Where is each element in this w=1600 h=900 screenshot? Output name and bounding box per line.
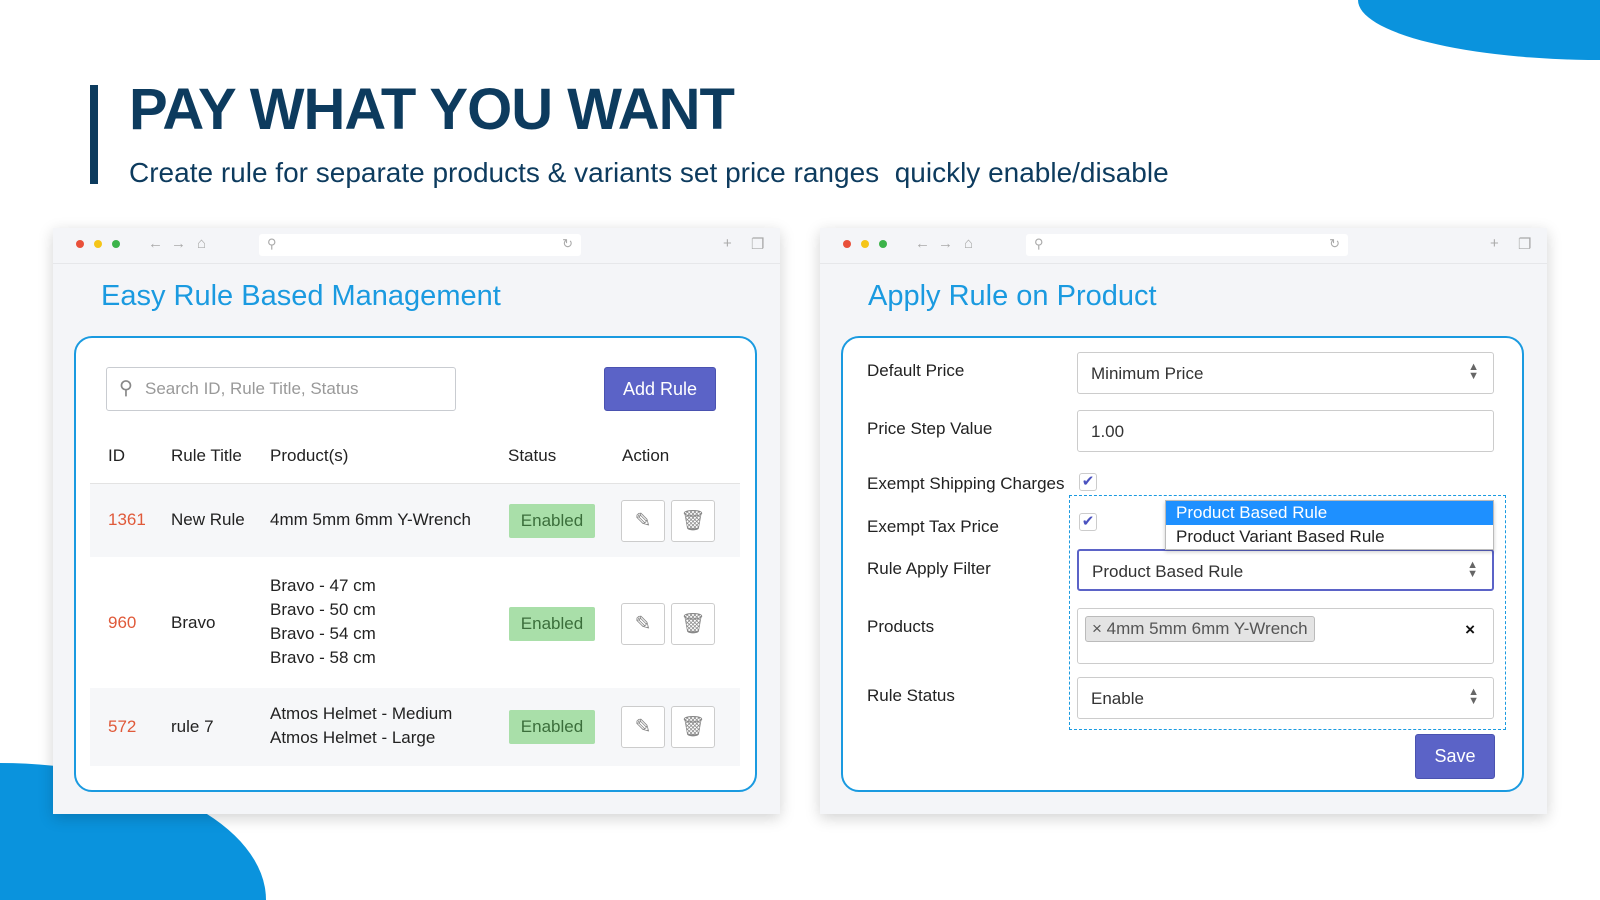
default-price-value: Minimum Price — [1091, 364, 1204, 383]
select-arrows-icon: ▲ ▼ — [1467, 559, 1478, 580]
maximize-dot[interactable] — [879, 240, 887, 248]
default-price-label: Default Price — [867, 361, 965, 380]
decor-blob — [1358, 0, 1600, 60]
exempt-shipping-label: Exempt Shipping Charges — [867, 474, 1065, 493]
forward-icon[interactable]: → — [171, 235, 186, 252]
search-icon: ⚲ — [267, 236, 277, 251]
select-arrows-icon: ▲ ▼ — [1468, 686, 1479, 707]
edit-icon[interactable]: ✎ — [621, 706, 665, 748]
rule-status-label: Rule Status — [867, 686, 955, 705]
new-tab-icon[interactable]: + — [1490, 235, 1499, 252]
window-title: Apply Rule on Product — [868, 280, 1157, 312]
rule-form-card: Default Price Minimum Price ▲ ▼ Price Step… — [841, 336, 1524, 792]
status-badge: Enabled — [509, 607, 595, 641]
column-header: ID — [108, 446, 125, 465]
home-icon[interactable]: ⌂ — [964, 235, 973, 252]
save-button[interactable]: Save — [1415, 734, 1495, 779]
minimize-dot[interactable] — [94, 240, 102, 248]
right-window: ← → ⌂ ⚲ ↻ + ❐ Apply Rule on Product Defau… — [820, 228, 1547, 814]
product: Atmos Helmet - Large — [270, 728, 436, 747]
clear-icon[interactable]: × — [1465, 620, 1475, 640]
home-icon[interactable]: ⌂ — [197, 235, 206, 252]
product-tag-label: 4mm 5mm 6mm Y-Wrench — [1106, 619, 1308, 638]
rule-id[interactable]: 960 — [108, 611, 136, 636]
rule-title: rule 7 — [171, 717, 214, 736]
product: Bravo - 54 cm — [270, 624, 376, 643]
product-tag: × 4mm 5mm 6mm Y-Wrench — [1085, 616, 1315, 642]
left-window: ← → ⌂ ⚲ ↻ + ❐ Easy Rule Based Management … — [53, 228, 780, 814]
add-rule-button[interactable]: Add Rule — [604, 367, 716, 411]
minimize-dot[interactable] — [861, 240, 869, 248]
rules-card: ⚲ Search ID, Rule Title, Status Add Rule … — [74, 336, 757, 792]
accent-bar — [90, 85, 98, 184]
column-header: Rule Title — [171, 446, 242, 465]
exempt-tax-checkbox[interactable]: ✔ — [1079, 513, 1097, 531]
rule-id[interactable]: 1361 — [108, 508, 146, 533]
dropdown-option[interactable]: Product Variant Based Rule — [1166, 525, 1493, 549]
window-icon[interactable]: ❐ — [1518, 235, 1531, 253]
product: 4mm 5mm 6mm Y-Wrench — [270, 510, 471, 529]
rule-status-select[interactable]: Enable ▲ ▼ — [1077, 677, 1494, 719]
select-arrows-icon: ▲ ▼ — [1468, 361, 1479, 382]
status-badge: Enabled — [509, 504, 595, 538]
maximize-dot[interactable] — [112, 240, 120, 248]
reload-icon[interactable]: ↻ — [1329, 236, 1340, 252]
column-header: Action — [622, 446, 670, 465]
exempt-tax-label: Exempt Tax Price — [867, 517, 999, 536]
delete-icon[interactable]: 🗑 — [671, 603, 715, 645]
page-title: PAY WHAT YOU WANT — [129, 77, 735, 142]
delete-icon[interactable]: 🗑 — [671, 500, 715, 542]
filter-dropdown: Product Based Rule Product Variant Based… — [1165, 500, 1494, 550]
exempt-shipping-checkbox[interactable]: ✔ — [1079, 473, 1097, 491]
rule-title: New Rule — [171, 510, 245, 529]
back-icon[interactable]: ← — [915, 235, 930, 252]
rule-status-value: Enable — [1091, 689, 1144, 708]
table-row: 572 rule 7 Atmos Helmet - Medium Atmos H… — [90, 688, 740, 766]
remove-tag-icon[interactable]: × — [1092, 619, 1107, 638]
search-icon: ⚲ — [1034, 236, 1044, 251]
table-row: 1361 New Rule 4mm 5mm 6mm Y-Wrench Enabl… — [90, 484, 740, 557]
address-bar[interactable]: ⚲ ↻ — [1026, 234, 1348, 256]
search-icon: ⚲ — [119, 378, 133, 399]
back-icon[interactable]: ← — [148, 235, 163, 252]
rule-filter-select[interactable]: Product Based Rule ▲ ▼ — [1077, 549, 1494, 591]
reload-icon[interactable]: ↻ — [562, 236, 573, 252]
rule-filter-value: Product Based Rule — [1092, 562, 1244, 581]
page-subtitle: Create rule for separate products & vari… — [129, 157, 1169, 188]
column-header: Product(s) — [270, 446, 349, 465]
table-row: 960 Bravo Bravo - 47 cm Bravo - 50 cm Br… — [90, 557, 740, 688]
search-placeholder: Search ID, Rule Title, Status — [145, 379, 359, 398]
product: Bravo - 58 cm — [270, 648, 376, 667]
column-header: Status — [508, 446, 557, 465]
rule-filter-label: Rule Apply Filter — [867, 559, 991, 578]
edit-icon[interactable]: ✎ — [621, 500, 665, 542]
status-badge: Enabled — [509, 710, 595, 744]
browser-chrome: ← → ⌂ ⚲ ↻ + ❐ — [53, 228, 780, 264]
price-step-input[interactable]: 1.00 — [1077, 410, 1494, 452]
products-label: Products — [867, 617, 935, 636]
product: Bravo - 47 cm — [270, 576, 376, 595]
search-input[interactable]: ⚲ Search ID, Rule Title, Status — [106, 367, 456, 411]
rule-title: Bravo — [171, 613, 216, 632]
close-dot[interactable] — [843, 240, 851, 248]
close-dot[interactable] — [76, 240, 84, 248]
new-tab-icon[interactable]: + — [723, 235, 732, 252]
default-price-select[interactable]: Minimum Price ▲ ▼ — [1077, 352, 1494, 394]
product: Atmos Helmet - Medium — [270, 704, 453, 723]
dropdown-option[interactable]: Product Based Rule — [1166, 501, 1493, 525]
price-step-label: Price Step Value — [867, 419, 993, 438]
address-bar[interactable]: ⚲ ↻ — [259, 234, 581, 256]
browser-chrome: ← → ⌂ ⚲ ↻ + ❐ — [820, 228, 1547, 264]
delete-icon[interactable]: 🗑 — [671, 706, 715, 748]
product: Bravo - 50 cm — [270, 600, 376, 619]
rule-id[interactable]: 572 — [108, 715, 136, 740]
forward-icon[interactable]: → — [938, 235, 953, 252]
window-icon[interactable]: ❐ — [751, 235, 764, 253]
edit-icon[interactable]: ✎ — [621, 603, 665, 645]
products-multiselect[interactable]: × 4mm 5mm 6mm Y-Wrench × — [1077, 608, 1494, 664]
window-title: Easy Rule Based Management — [101, 280, 501, 312]
